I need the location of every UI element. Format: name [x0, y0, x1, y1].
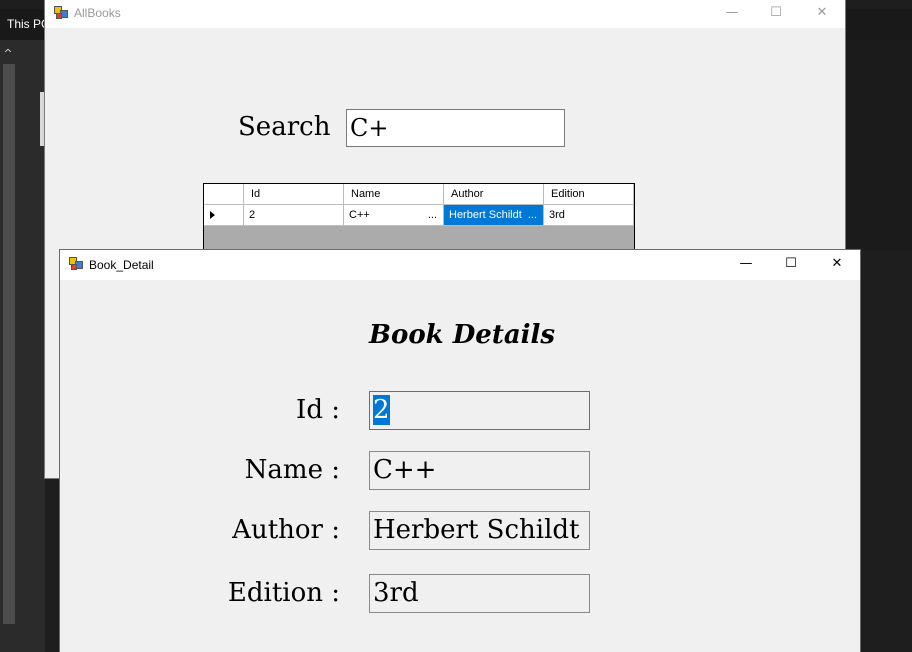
edition-field[interactable]: 3rd	[369, 574, 590, 613]
edition-label: Edition :	[227, 578, 340, 608]
cell-edition[interactable]: 3rd	[544, 205, 634, 226]
scroll-up-icon[interactable]: ^	[2, 48, 14, 60]
grid-corner-cell[interactable]	[204, 184, 244, 205]
cell-button-ellipsis[interactable]: ...	[528, 205, 537, 225]
minimize-icon[interactable]: —	[736, 255, 756, 273]
close-icon[interactable]: ✕	[812, 4, 832, 22]
maximize-icon[interactable]: ☐	[781, 255, 801, 273]
author-label: Author :	[232, 515, 340, 545]
row-header[interactable]	[204, 205, 244, 226]
background-scrollbar-thumb[interactable]	[3, 64, 15, 624]
search-input[interactable]: C+	[346, 109, 565, 147]
window-title: Book_Detail	[89, 258, 154, 272]
search-label: Search	[238, 112, 331, 142]
cell-author[interactable]: Herbert Schildt...	[444, 205, 544, 226]
cell-name[interactable]: C++...	[344, 205, 444, 226]
maximize-icon[interactable]: ☐	[766, 4, 786, 22]
close-icon[interactable]: ✕	[827, 255, 847, 273]
book-detail-window: Book_Detail — ☐ ✕ Book Details Id : 2 Na…	[60, 250, 860, 652]
column-header-edition[interactable]: Edition	[544, 184, 634, 205]
app-icon	[69, 257, 83, 270]
background-right-pane	[845, 40, 912, 250]
cell-id[interactable]: 2	[244, 205, 344, 226]
cell-button-ellipsis[interactable]: ...	[428, 205, 437, 225]
name-field[interactable]: C++	[369, 451, 590, 490]
column-header-author[interactable]: Author	[444, 184, 544, 205]
name-label: Name :	[244, 455, 340, 485]
books-grid[interactable]: Id Name Author Edition 2 C++... Herbert …	[203, 183, 635, 253]
table-row[interactable]: 2 C++... Herbert Schildt... 3rd	[204, 205, 634, 226]
book-detail-titlebar[interactable]: Book_Detail — ☐ ✕	[60, 250, 860, 280]
app-icon	[54, 6, 68, 19]
allbooks-titlebar[interactable]: AllBooks — ☐ ✕	[45, 0, 845, 28]
page-title: Book Details	[369, 320, 556, 350]
minimize-icon[interactable]: —	[722, 4, 742, 22]
author-field[interactable]: Herbert Schildt	[369, 511, 590, 550]
column-header-name[interactable]: Name	[344, 184, 444, 205]
current-row-icon	[210, 211, 215, 219]
id-label: Id :	[296, 395, 340, 425]
grid-header-row: Id Name Author Edition	[204, 184, 634, 205]
column-header-id[interactable]: Id	[244, 184, 344, 205]
id-field[interactable]: 2	[369, 391, 590, 430]
window-title: AllBooks	[74, 6, 121, 20]
background-window-title: This PC	[7, 17, 50, 31]
